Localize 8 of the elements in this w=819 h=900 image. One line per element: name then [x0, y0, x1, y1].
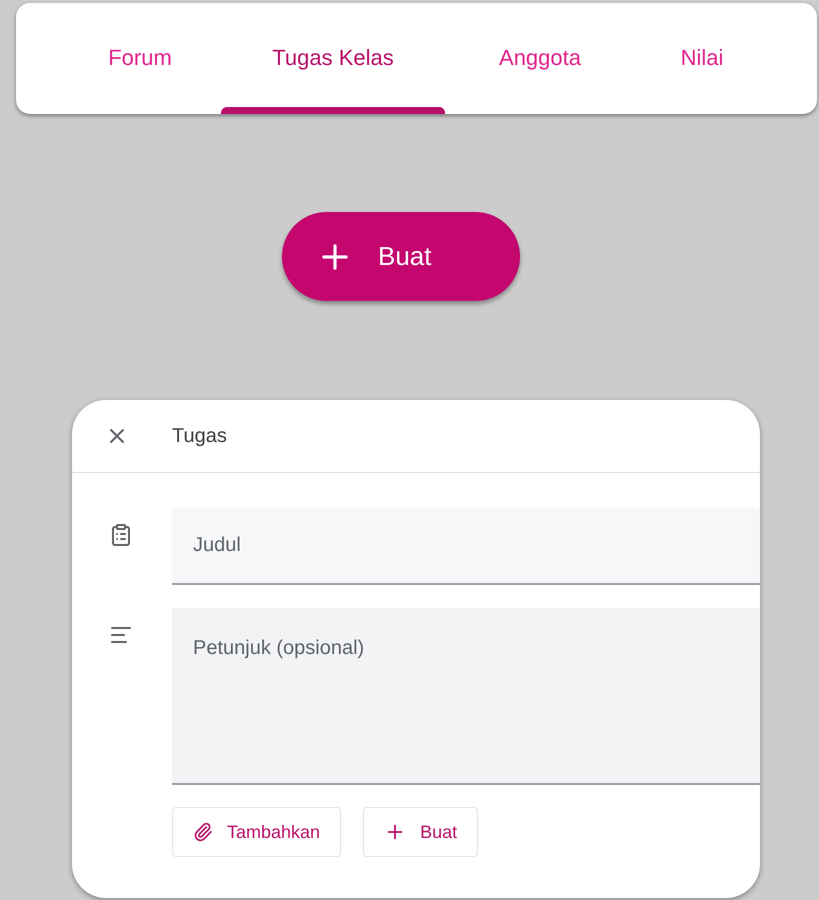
clipboard-icon [109, 523, 133, 547]
title-field[interactable]: Judul [172, 508, 760, 585]
create-item-button[interactable]: Buat [363, 807, 478, 857]
dialog-title: Tugas [172, 424, 227, 449]
paperclip-icon [193, 822, 213, 842]
create-button[interactable]: Buat [282, 212, 520, 301]
attach-button[interactable]: Tambahkan [172, 807, 342, 857]
instructions-field[interactable]: Petunjuk (opsional) [172, 608, 760, 785]
